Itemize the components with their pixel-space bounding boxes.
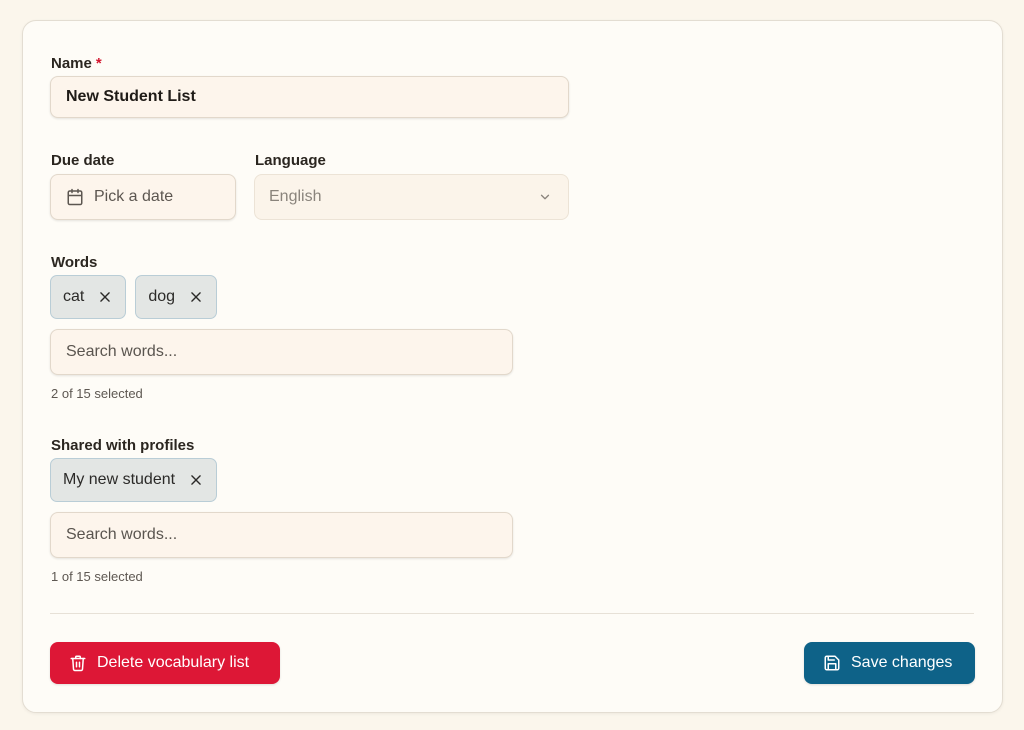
name-label: Name *	[51, 55, 102, 72]
language-select[interactable]: English	[254, 174, 569, 220]
word-chip-label: dog	[148, 288, 176, 305]
words-label: Words	[51, 254, 98, 271]
shared-profiles-label: Shared with profiles	[51, 437, 195, 454]
calendar-icon	[67, 188, 83, 206]
save-button-label: Save changes	[851, 654, 953, 671]
remove-chip-button[interactable]	[98, 290, 112, 304]
remove-chip-button[interactable]	[189, 473, 203, 487]
delete-vocabulary-list-button[interactable]: Delete vocabulary list	[50, 642, 280, 684]
words-selected-count: 2 of 15 selected	[51, 386, 143, 401]
language-selected-value: English	[269, 188, 322, 205]
words-chip-list: cat dog	[50, 275, 218, 319]
remove-chip-button[interactable]	[189, 290, 203, 304]
profiles-selected-count: 1 of 15 selected	[51, 569, 143, 584]
delete-button-label: Delete vocabulary list	[97, 654, 250, 671]
profile-chip: My new student	[50, 458, 218, 502]
close-icon	[191, 475, 201, 485]
required-asterisk: *	[95, 55, 102, 72]
language-label: Language	[255, 152, 326, 169]
name-input[interactable]: New Student List	[50, 76, 569, 118]
word-chip: cat	[50, 275, 127, 319]
name-input-value: New Student List	[66, 88, 196, 105]
name-label-text: Name	[51, 55, 92, 72]
save-icon	[824, 655, 840, 671]
words-search-input[interactable]	[50, 329, 513, 375]
profile-chip-label: My new student	[63, 471, 176, 488]
pick-date-label: Pick a date	[94, 188, 174, 205]
trash-icon	[70, 655, 86, 672]
word-chip: dog	[135, 275, 218, 319]
save-changes-button[interactable]: Save changes	[804, 642, 975, 684]
profiles-search-input[interactable]	[50, 512, 513, 558]
chevron-down-icon	[540, 194, 550, 200]
due-date-label: Due date	[51, 152, 115, 169]
profiles-chip-list: My new student	[50, 458, 218, 502]
pick-date-button[interactable]: Pick a date	[50, 174, 236, 220]
close-icon	[100, 292, 111, 302]
close-icon	[191, 292, 201, 302]
form-divider	[50, 613, 974, 614]
word-chip-label: cat	[63, 288, 85, 305]
